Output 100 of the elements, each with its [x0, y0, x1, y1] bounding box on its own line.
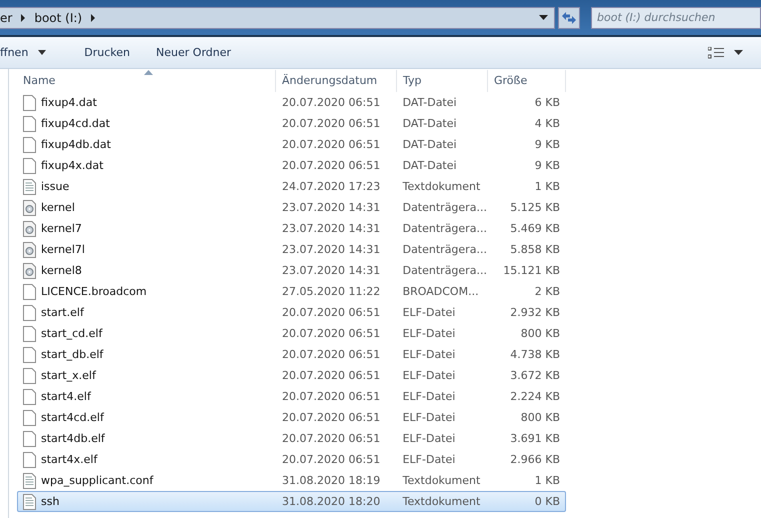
type-cell-text: Textdokument — [402, 180, 482, 193]
type-cell-text: Datenträgera... — [402, 243, 488, 256]
file-row[interactable]: wpa_supplicant.conf 31.08.2020 18:19 Textdokument 1 KB — [17, 470, 566, 491]
date-cell-text: 20.07.2020 06:51 — [281, 432, 382, 445]
toolbar-button[interactable]: Neuer Ordner — [146, 43, 242, 62]
file-name: kernel7l — [41, 243, 85, 256]
size-cell-text: 9 KB — [534, 159, 562, 172]
toolbar-button[interactable]: Drucken — [74, 43, 140, 62]
file-icon — [23, 388, 36, 404]
date-cell-text: 31.08.2020 18:20 — [281, 495, 382, 508]
file-row[interactable]: LICENCE.broadcom 27.05.2020 11:22 BROADCOM... 2 KB — [17, 281, 566, 302]
file-icon — [23, 368, 36, 384]
breadcrumb[interactable]: boot (I:) — [34, 10, 82, 24]
file-row[interactable]: kernel8 23.07.2020 14:31 Datenträgera... 15.121 KB — [17, 260, 566, 281]
file-row[interactable]: start4.elf 20.07.2020 06:51 ELF-Datei 2.224 KB — [17, 386, 566, 407]
date-cell-text: 20.07.2020 06:51 — [281, 453, 382, 466]
size-cell-text: 5.858 KB — [509, 243, 562, 256]
file-name: start_x.elf — [41, 369, 96, 382]
details-view-icon — [708, 46, 724, 58]
type-cell-text: DAT-Datei — [402, 159, 458, 172]
file-icon — [23, 430, 36, 446]
file-name: issue — [41, 180, 70, 193]
file-name: start_db.elf — [41, 348, 104, 361]
type-cell-text: Datenträgera... — [402, 222, 488, 235]
size-cell-text: 5.125 KB — [509, 201, 562, 214]
file-row[interactable]: fixup4x.dat 20.07.2020 06:51 DAT-Datei 9 KB — [17, 155, 566, 176]
type-cell-text: ELF-Datei — [402, 369, 456, 382]
type-cell-text: ELF-Datei — [402, 306, 456, 319]
file-row[interactable]: start4db.elf 20.07.2020 06:51 ELF-Datei 3.691 KB — [17, 428, 566, 449]
column-header[interactable]: Änderungsdatum — [276, 70, 397, 92]
file-name: LICENCE.broadcom — [41, 285, 147, 298]
file-icon — [23, 326, 36, 342]
chevron-icon[interactable] — [20, 14, 26, 22]
file-name: fixup4cd.dat — [41, 117, 110, 130]
size-cell-text: 800 KB — [520, 327, 562, 340]
file-row[interactable]: kernel 23.07.2020 14:31 Datenträgera... 5.125 KB — [17, 197, 566, 218]
date-cell-text: 24.07.2020 17:23 — [281, 180, 382, 193]
size-cell-text: 3.691 KB — [509, 432, 562, 445]
file-row[interactable]: kernel7 23.07.2020 14:31 Datenträgera... 5.469 KB — [17, 218, 566, 239]
size-cell-text: 1 KB — [534, 180, 562, 193]
file-icon — [23, 94, 36, 110]
disc-image-icon — [23, 200, 36, 216]
file-name: start4db.elf — [41, 432, 105, 445]
size-cell-text: 4 KB — [534, 117, 562, 130]
file-row[interactable]: start_cd.elf 20.07.2020 06:51 ELF-Datei 800 KB — [17, 323, 566, 344]
size-cell-text: 6 KB — [534, 96, 562, 109]
size-cell-text: 4.738 KB — [509, 348, 562, 361]
file-icon — [23, 284, 36, 300]
file-row[interactable]: start_db.elf 20.07.2020 06:51 ELF-Datei 4.738 KB — [17, 344, 566, 365]
type-cell-text: ELF-Datei — [402, 432, 456, 445]
file-name: start_cd.elf — [41, 327, 102, 340]
size-cell-text: 0 KB — [534, 495, 562, 508]
file-row[interactable]: fixup4db.dat 20.07.2020 06:51 DAT-Datei 9 KB — [17, 134, 566, 155]
column-header[interactable]: Größe — [488, 70, 566, 92]
file-row[interactable]: start4cd.elf 20.07.2020 06:51 ELF-Datei 800 KB — [17, 407, 566, 428]
file-name: start4cd.elf — [41, 411, 104, 424]
date-cell-text: 23.07.2020 14:31 — [281, 243, 382, 256]
size-cell-text: 800 KB — [520, 411, 562, 424]
disc-image-icon — [23, 262, 36, 278]
file-name: ssh — [41, 495, 60, 508]
file-row[interactable]: start4x.elf 20.07.2020 06:51 ELF-Datei 2.966 KB — [17, 449, 566, 470]
dropdown-icon[interactable] — [539, 15, 548, 20]
date-cell-text: 20.07.2020 06:51 — [281, 369, 382, 382]
type-cell-text: BROADCOM... — [402, 285, 480, 298]
type-cell-text: ELF-Datei — [402, 411, 456, 424]
file-name: fixup4x.dat — [41, 159, 104, 172]
file-icon — [23, 304, 36, 320]
breadcrumb[interactable]: er — [0, 10, 12, 24]
column-header[interactable]: Typ — [397, 70, 488, 92]
refresh-icon — [561, 10, 577, 24]
refresh-button[interactable] — [558, 6, 580, 28]
type-cell-text: Datenträgera... — [402, 201, 488, 214]
toolbar-button[interactable]: ffnen — [0, 43, 68, 62]
file-row[interactable]: kernel7l 23.07.2020 14:31 Datenträgera... 5.858 KB — [17, 239, 566, 260]
type-cell-text: DAT-Datei — [402, 138, 458, 151]
search-field[interactable]: boot (I:) durchsuchen — [591, 6, 761, 28]
file-row[interactable]: start_x.elf 20.07.2020 06:51 ELF-Datei 3.672 KB — [17, 365, 566, 386]
chevron-icon[interactable] — [90, 14, 96, 22]
type-cell-text: ELF-Datei — [402, 327, 456, 340]
text-file-icon — [23, 494, 36, 510]
date-cell-text: 20.07.2020 06:51 — [281, 306, 382, 319]
type-cell-text: ELF-Datei — [402, 453, 456, 466]
file-icon — [23, 116, 36, 132]
type-cell-text: Textdokument — [402, 495, 482, 508]
file-row[interactable]: start.elf 20.07.2020 06:51 ELF-Datei 2.932 KB — [17, 302, 566, 323]
date-cell-text: 23.07.2020 14:31 — [281, 222, 382, 235]
address-bar[interactable]: er boot (I:) — [0, 6, 555, 28]
file-row[interactable]: ssh 31.08.2020 18:20 Textdokument 0 KB — [17, 491, 566, 512]
size-cell-text: 5.469 KB — [509, 222, 562, 235]
file-row[interactable]: issue 24.07.2020 17:23 Textdokument 1 KB — [17, 176, 566, 197]
file-row[interactable]: fixup4cd.dat 20.07.2020 06:51 DAT-Datei 4 KB — [17, 113, 566, 134]
size-cell-text: 2.224 KB — [509, 390, 562, 403]
file-row[interactable]: fixup4.dat 20.07.2020 06:51 DAT-Datei 6 KB — [17, 92, 566, 113]
date-cell-text: 20.07.2020 06:51 — [281, 138, 382, 151]
file-name: kernel8 — [41, 264, 82, 277]
type-cell-text: DAT-Datei — [402, 117, 458, 130]
file-name: fixup4.dat — [41, 96, 97, 109]
size-cell-text: 2.932 KB — [509, 306, 562, 319]
file-icon — [23, 346, 36, 362]
sort-arrow-icon — [144, 70, 153, 75]
